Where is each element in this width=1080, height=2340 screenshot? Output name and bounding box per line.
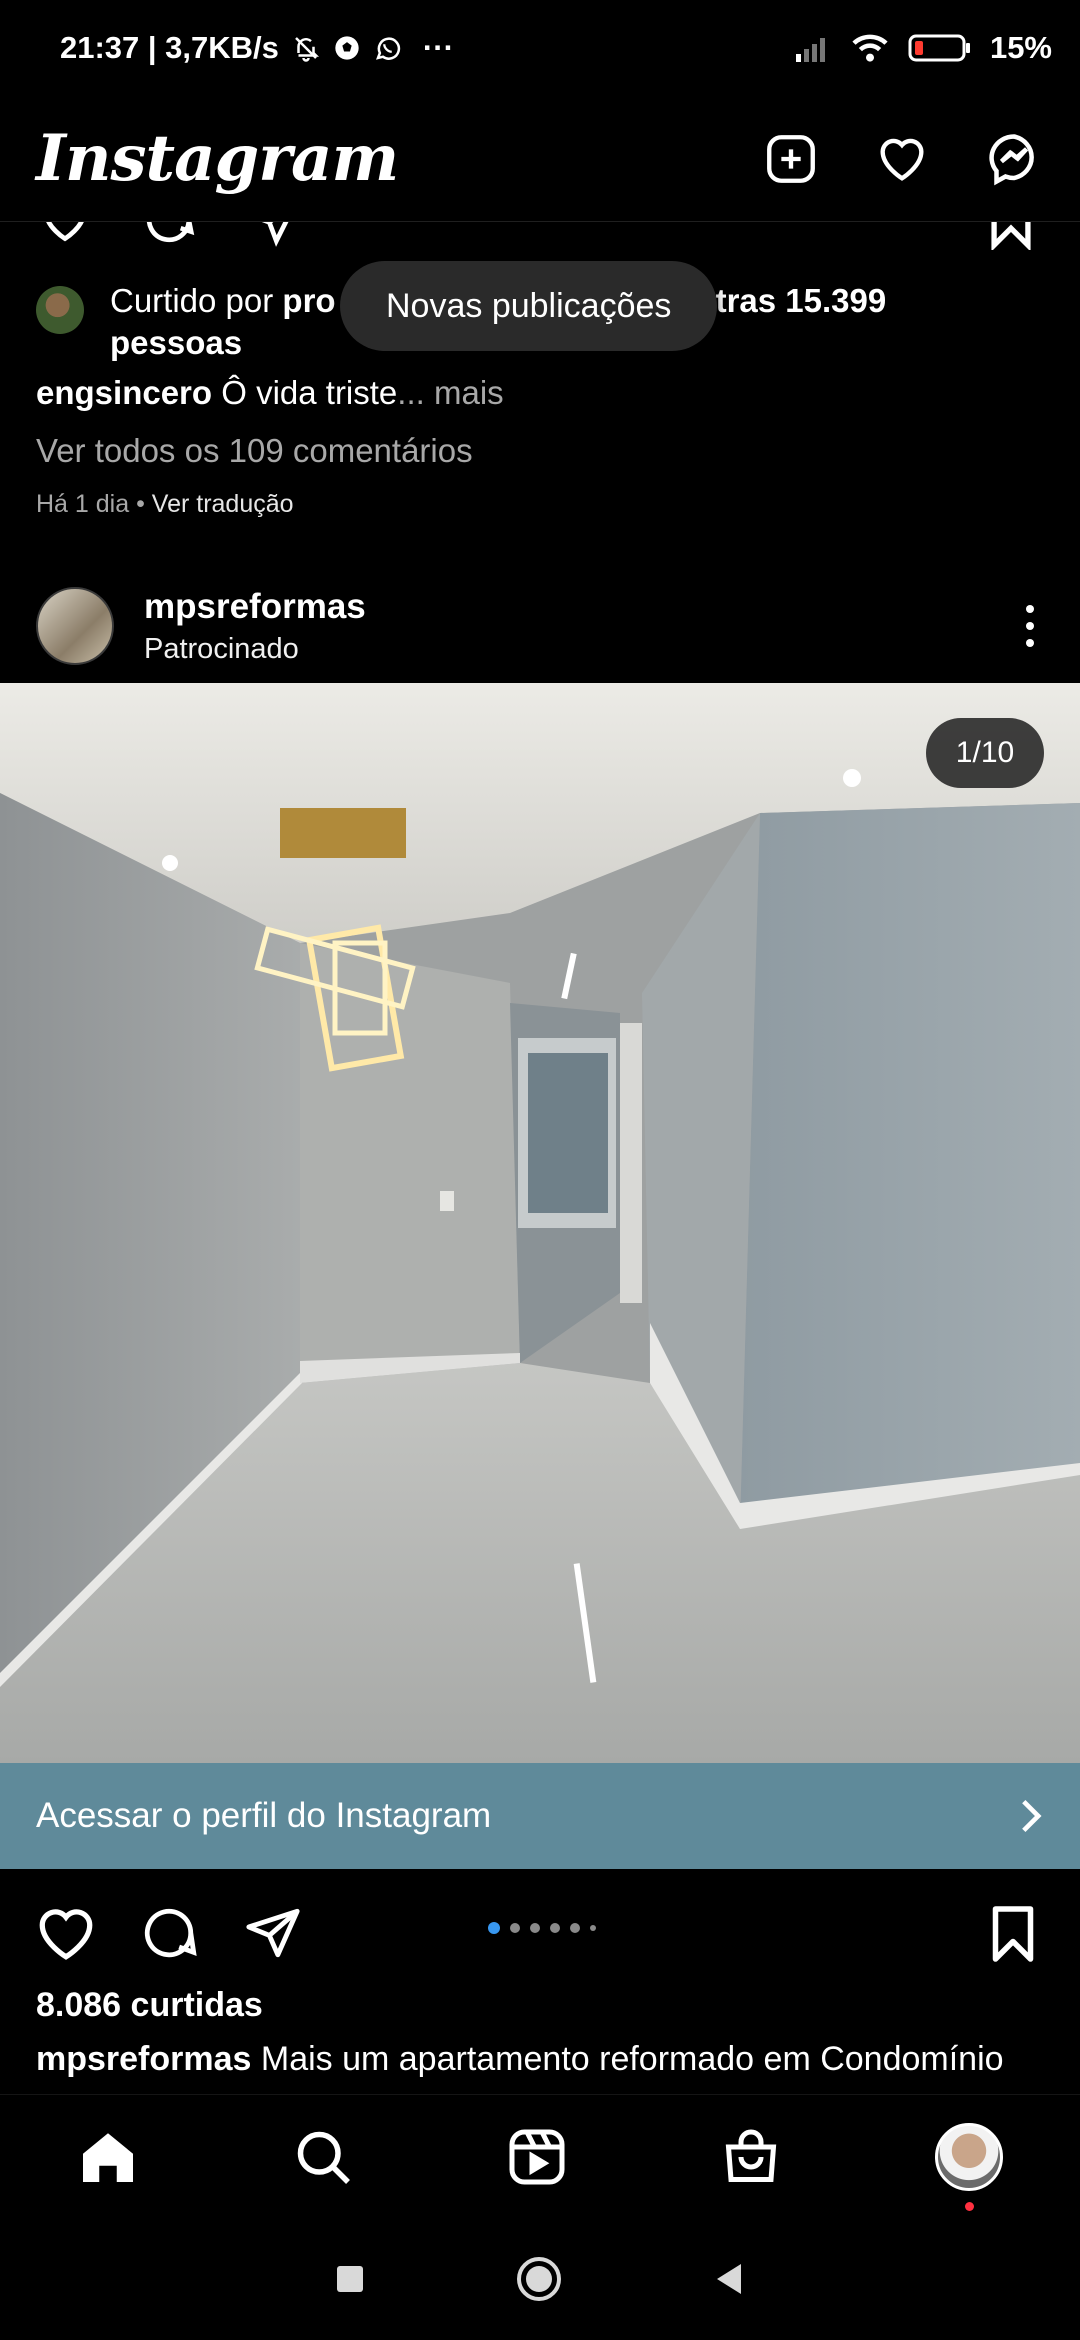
post-time: Há 1 dia xyxy=(36,490,130,518)
view-comments-link[interactable]: Ver todos os 109 comentários xyxy=(36,432,473,470)
caption-username[interactable]: mpsreformas xyxy=(36,2040,251,2078)
shop-icon[interactable] xyxy=(721,2127,781,2187)
status-time-speed: 21:37 | 3,7KB/s xyxy=(60,30,279,65)
caption-more[interactable]: ... mais xyxy=(397,374,503,411)
sponsored-label[interactable]: Patrocinado xyxy=(144,633,366,666)
status-bar: 21:37 | 3,7KB/s ··· 15% xyxy=(0,0,1080,96)
carousel-dot xyxy=(570,1923,580,1933)
activity-heart-icon[interactable] xyxy=(872,130,932,188)
post-image[interactable] xyxy=(0,683,1080,1763)
post-header: mpsreformas Patrocinado xyxy=(0,570,1080,682)
post-username[interactable]: mpsreformas xyxy=(144,587,366,627)
carousel-dots xyxy=(488,1922,596,1934)
post-time-row: Há 1 dia • Ver tradução xyxy=(36,490,294,519)
liked-others-count[interactable]: tras 15.399 xyxy=(716,282,887,319)
notification-dot xyxy=(965,2201,974,2211)
system-navigation xyxy=(0,2218,1080,2340)
post-options-icon[interactable] xyxy=(1026,605,1034,647)
save-icon[interactable] xyxy=(988,1904,1038,1964)
more-notifications: ··· xyxy=(422,30,454,65)
like-icon[interactable] xyxy=(34,1904,98,1962)
see-translation-link[interactable]: Ver tradução xyxy=(152,490,294,518)
liked-user[interactable]: pro xyxy=(282,282,335,319)
recents-square-icon[interactable] xyxy=(335,2264,365,2294)
separator: • xyxy=(129,490,152,518)
visit-profile-cta[interactable]: Acessar o perfil do Instagram xyxy=(0,1763,1080,1869)
caption-username[interactable]: engsincero xyxy=(36,374,212,411)
share-icon[interactable] xyxy=(242,1904,304,1962)
back-triangle-icon[interactable] xyxy=(713,2262,745,2296)
carousel-counter: 1/10 xyxy=(926,718,1044,788)
new-posts-toast[interactable]: Novas publicações xyxy=(340,261,718,351)
whatsapp-icon xyxy=(373,33,403,63)
app-header: Instagram xyxy=(0,96,1080,222)
home-circle-icon[interactable] xyxy=(515,2255,563,2303)
profile-avatar xyxy=(935,2122,1003,2191)
caption-text: Ô vida triste xyxy=(212,374,398,411)
carousel-dot xyxy=(530,1923,540,1933)
previous-caption[interactable]: engsincero Ô vida triste... mais xyxy=(36,374,504,412)
carousel-dot-active xyxy=(488,1922,500,1934)
liked-by-avatar xyxy=(36,286,84,334)
post-caption[interactable]: mpsreformas Mais um apartamento reformad… xyxy=(36,2040,1046,2079)
profile-tab[interactable] xyxy=(935,2122,1003,2211)
mute-bell-icon xyxy=(291,33,321,63)
previous-post-actions xyxy=(0,222,1080,252)
battery-percent: 15% xyxy=(989,30,1052,65)
carousel-dot xyxy=(510,1923,520,1933)
carousel-dot xyxy=(550,1923,560,1933)
room-photo xyxy=(0,683,1080,1763)
search-icon[interactable] xyxy=(293,2127,353,2187)
comment-icon[interactable] xyxy=(138,1904,200,1962)
caption-text: Mais um apartamento reformado em Condomí… xyxy=(251,2040,1004,2078)
chevron-right-icon xyxy=(1018,1798,1044,1834)
like-icon[interactable] xyxy=(34,222,96,248)
liked-line2[interactable]: pessoas xyxy=(110,324,242,361)
share-icon[interactable] xyxy=(246,222,302,248)
carousel-dot xyxy=(590,1925,596,1931)
wifi-icon xyxy=(850,32,890,64)
soccer-ball-icon xyxy=(333,34,361,62)
battery-icon xyxy=(908,33,972,63)
bottom-navigation xyxy=(0,2094,1080,2218)
reels-icon[interactable] xyxy=(507,2127,567,2187)
new-post-icon[interactable] xyxy=(762,130,820,188)
cta-label: Acessar o perfil do Instagram xyxy=(36,1796,492,1835)
home-icon[interactable] xyxy=(77,2127,139,2187)
post-avatar[interactable] xyxy=(36,587,114,665)
messenger-icon[interactable] xyxy=(984,129,1044,189)
comment-icon[interactable] xyxy=(140,222,198,248)
signal-icon xyxy=(794,34,832,62)
instagram-logo[interactable]: Instagram xyxy=(36,121,399,196)
likes-count[interactable]: 8.086 curtidas xyxy=(36,1986,263,2025)
liked-prefix: Curtido por xyxy=(110,282,283,319)
save-icon[interactable] xyxy=(986,222,1036,250)
